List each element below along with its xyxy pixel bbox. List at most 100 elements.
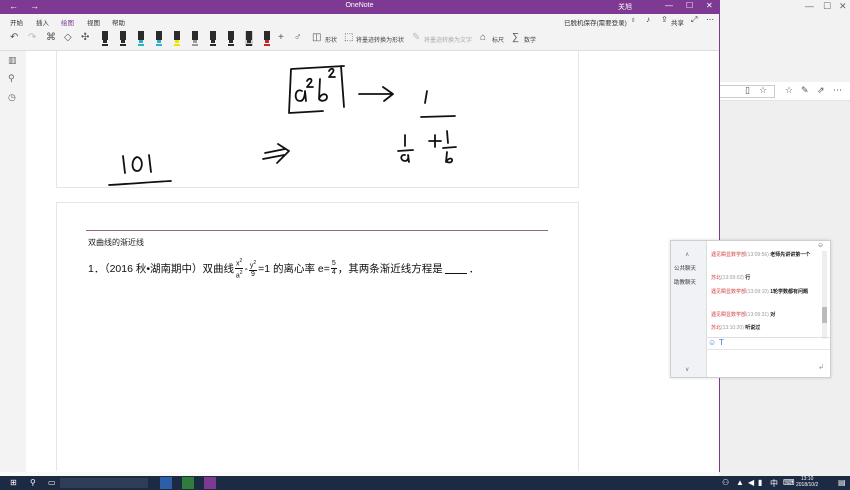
taskbar: ⊞ ⚲ ▭ ⚇ ▲ ◀ ▮ 中 ⌨ 13:10 2018/10/2 ▤ xyxy=(0,476,850,490)
message-sender: 苏北 xyxy=(711,325,722,331)
search-icon[interactable]: ⚲ xyxy=(8,73,15,84)
frac2-numerator-exp: 2 xyxy=(253,259,257,266)
eraser-icon[interactable]: ◇ xyxy=(64,32,72,43)
window-title: OneNote xyxy=(345,2,374,9)
ink-to-shape-label[interactable]: 将墨迹转换为形状 xyxy=(356,35,404,44)
math-icon[interactable]: ∑ xyxy=(512,32,519,43)
notifications-icon[interactable]: ▤ xyxy=(838,478,846,487)
section-title: 双曲线的渐近线 xyxy=(88,238,144,247)
draw-toolbar: ↶ ↷ ⌘ ◇ ✣ + ♂ ◫ 形状 ⬚ 将墨迹转换为形状 ✎ 将墨迹转换为文字… xyxy=(0,28,719,51)
pen-5[interactable] xyxy=(173,31,181,46)
answer-blank xyxy=(444,263,467,275)
bell-icon[interactable]: ♪ xyxy=(646,15,650,24)
onenote-app-icon[interactable] xyxy=(204,477,216,489)
minimize-icon[interactable]: — xyxy=(805,1,814,11)
close-icon[interactable]: ✕ xyxy=(706,1,713,10)
tab-insert[interactable]: 插入 xyxy=(36,17,49,27)
share-icon[interactable]: ⇗ xyxy=(817,85,825,96)
maximize-icon[interactable]: ☐ xyxy=(686,1,693,10)
more-icon[interactable]: ⋯ xyxy=(706,15,714,24)
ink-replay-icon[interactable]: ♂ xyxy=(294,32,302,43)
people-icon[interactable]: ⚇ xyxy=(722,478,729,487)
pen-10[interactable] xyxy=(263,31,271,46)
favorite-star-icon[interactable]: ☆ xyxy=(759,85,767,96)
chevron-up-icon[interactable]: ∧ xyxy=(685,251,689,258)
shapes-icon[interactable]: ◫ xyxy=(312,32,321,43)
ruler-icon[interactable]: ⌂ xyxy=(480,32,486,43)
left-navigation-rail: ▥ ⚲ ◷ xyxy=(0,51,26,472)
share-icon[interactable]: ⇪ xyxy=(661,15,668,24)
tab-home[interactable]: 开始 xyxy=(10,17,23,27)
maximize-icon[interactable]: ☐ xyxy=(823,1,831,12)
pen-1[interactable] xyxy=(101,31,109,46)
chat-scrollbar[interactable] xyxy=(822,251,827,339)
search-icon[interactable]: ⚲ xyxy=(30,478,36,487)
expand-icon[interactable]: ⤢ xyxy=(691,15,697,25)
math-label[interactable]: 数学 xyxy=(524,35,536,44)
ink-to-text-label[interactable]: 将墨迹转换为文字 xyxy=(424,35,472,44)
clock[interactable]: 13:10 2018/10/2 xyxy=(796,476,818,488)
pen-8[interactable] xyxy=(227,31,235,46)
notes-icon[interactable]: ✎ xyxy=(801,85,809,96)
message-time: (13:09:31) xyxy=(746,312,769,318)
scrollbar-thumb[interactable] xyxy=(822,307,827,323)
undo-icon[interactable]: ↶ xyxy=(10,32,18,43)
lightbulb-icon[interactable]: ♁ xyxy=(630,15,636,24)
collapse-icon[interactable]: ⊖ xyxy=(818,242,823,249)
pen-9[interactable] xyxy=(245,31,253,46)
add-pen-icon[interactable]: + xyxy=(278,32,284,43)
insert-space-icon[interactable]: ✣ xyxy=(81,32,89,43)
ime-indicator[interactable]: 中 xyxy=(770,478,778,489)
pen-3[interactable] xyxy=(137,31,145,46)
emoji-icon[interactable]: ☺ xyxy=(708,338,716,347)
redo-icon[interactable]: ↷ xyxy=(28,32,36,43)
user-name[interactable]: 关旭 xyxy=(618,2,632,12)
fraction-x2-a2: x2 a2 xyxy=(235,257,244,281)
notebooks-icon[interactable]: ▥ xyxy=(8,55,17,66)
minimize-icon[interactable]: — xyxy=(665,1,673,10)
tab-view[interactable]: 视图 xyxy=(87,17,100,27)
tab-public-chat[interactable]: 公共聊天 xyxy=(674,264,696,272)
frac1-numerator-exp: 2 xyxy=(239,258,243,264)
tab-help[interactable]: 帮助 xyxy=(112,17,125,27)
chat-message: 遇见瞬显数学部(13:09:10) 1轮学数都有问题 xyxy=(711,289,819,296)
send-icon[interactable]: ↲ xyxy=(818,363,824,371)
app-icon[interactable] xyxy=(182,477,194,489)
task-view-icon[interactable]: ▭ xyxy=(48,478,56,487)
favorites-icon[interactable]: ☆ xyxy=(785,85,793,96)
taskbar-search-box[interactable] xyxy=(60,478,148,488)
share-button[interactable]: 共享 xyxy=(671,17,684,27)
pen-4[interactable] xyxy=(155,31,163,46)
onenote-window: ← → OneNote 关旭 — ☐ ✕ 开始 插入 绘图 视图 帮助 已脱机保… xyxy=(0,0,720,472)
ruler-label[interactable]: 标尺 xyxy=(492,35,504,44)
volume-icon[interactable]: ◀ xyxy=(748,478,754,487)
battery-icon[interactable]: ▮ xyxy=(758,478,762,487)
recent-icon[interactable]: ◷ xyxy=(8,92,16,103)
ink-note-page[interactable] xyxy=(56,51,579,188)
lasso-select-icon[interactable]: ⌘ xyxy=(46,32,56,43)
reading-view-icon[interactable]: ▯ xyxy=(745,85,750,96)
tab-assistant-chat[interactable]: 助教聊天 xyxy=(674,278,696,286)
chevron-down-icon[interactable]: ∨ xyxy=(685,366,689,373)
keyboard-icon[interactable]: ⌨ xyxy=(783,478,795,487)
close-icon[interactable]: ✕ xyxy=(839,1,847,12)
pen-2[interactable] xyxy=(119,31,127,46)
shapes-label[interactable]: 形状 xyxy=(325,35,337,44)
message-text: 1轮学数都有问题 xyxy=(770,289,808,295)
explorer-app-icon[interactable] xyxy=(160,477,172,489)
network-icon[interactable]: ▲ xyxy=(736,478,744,487)
clock-date: 2018/10/2 xyxy=(796,482,819,488)
start-icon[interactable]: ⊞ xyxy=(10,478,17,487)
message-sender: 遇见瞬显数学部 xyxy=(711,289,747,295)
message-time: (13:10:20) xyxy=(721,325,744,331)
message-time: (13:09:10) xyxy=(746,289,769,295)
ink-to-shape-icon[interactable]: ⬚ xyxy=(344,32,353,43)
pen-7[interactable] xyxy=(209,31,217,46)
frac2-denominator: 9 xyxy=(251,270,255,278)
ink-to-text-icon[interactable]: ✎ xyxy=(412,32,420,43)
text-format-icon[interactable]: T xyxy=(719,338,724,347)
more-icon[interactable]: ⋯ xyxy=(833,85,842,96)
message-sender: 遇见瞬显数学部 xyxy=(711,312,747,318)
pen-6[interactable] xyxy=(191,31,199,46)
chat-input[interactable]: ↲ xyxy=(706,349,830,378)
